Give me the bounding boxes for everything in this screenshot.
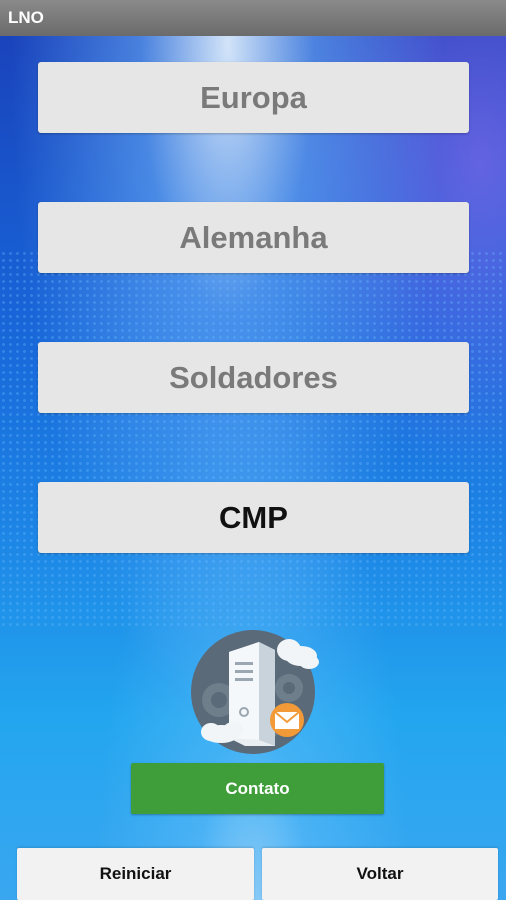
app-title: LNO	[8, 8, 44, 27]
contact-button[interactable]: Contato	[131, 763, 384, 814]
restart-button[interactable]: Reiniciar	[17, 848, 254, 900]
back-button[interactable]: Voltar	[262, 848, 498, 900]
menu-button-europa[interactable]: Europa	[38, 62, 469, 133]
app-title-bar: LNO	[0, 0, 506, 36]
world-map-background	[0, 250, 506, 630]
menu-button-alemanha[interactable]: Alemanha	[38, 202, 469, 273]
menu-button-soldadores[interactable]: Soldadores	[38, 342, 469, 413]
server-cloud-mail-icon	[189, 628, 321, 754]
menu-button-cmp[interactable]: CMP	[38, 482, 469, 553]
